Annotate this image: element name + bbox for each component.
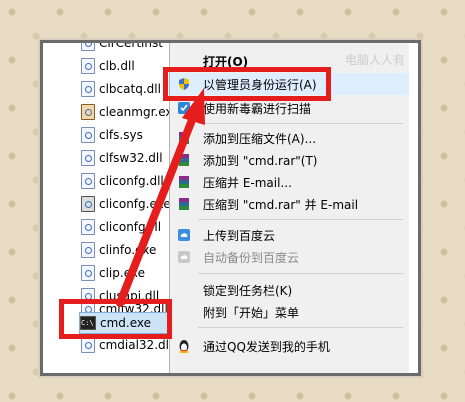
cloud-icon [177, 250, 191, 264]
menu-label: 压缩并 E-mail... [203, 175, 292, 190]
winrar-icon [177, 197, 191, 211]
qq-penguin-icon [177, 339, 191, 353]
sys-icon [81, 127, 95, 143]
blank-icon [177, 305, 191, 319]
exe-icon [81, 242, 95, 258]
menu-item-compress-email[interactable]: 压缩并 E-mail... [170, 171, 409, 193]
dll-icon [81, 150, 95, 166]
exe-icon [81, 265, 95, 281]
menu-item-add-to-archive[interactable]: 添加到压缩文件(A)... [170, 127, 409, 149]
file-name: cliconfg.rll [99, 220, 162, 234]
dll-icon [81, 58, 95, 74]
file-name: cleanmgr.exe [99, 105, 180, 119]
menu-item-compress-rar-email[interactable]: 压缩到 "cmd.rar" 并 E-mail [170, 193, 409, 215]
file-name: clinfo.exe [99, 243, 157, 257]
menu-label: 使用新毒霸进行扫描 [203, 101, 312, 116]
broom-icon [81, 104, 95, 120]
dll-icon [81, 173, 95, 189]
menu-separator [198, 273, 403, 274]
file-name: clip.exe [99, 266, 145, 280]
menu-label: 通过QQ发送到我的手机 [203, 339, 330, 354]
dll-icon [81, 81, 95, 97]
menu-label: 上传到百度云 [203, 228, 276, 243]
antivirus-icon [177, 101, 191, 115]
menu-item-pin-taskbar[interactable]: 锁定到任务栏(K) [170, 279, 409, 301]
dll-icon [81, 43, 95, 51]
menu-item-upload-baidu[interactable]: 上传到百度云 [170, 224, 409, 246]
config-icon [81, 196, 95, 212]
menu-separator [198, 327, 403, 328]
menu-item-send-qq[interactable]: 通过QQ发送到我的手机 [170, 335, 409, 357]
file-name: cliconfg.exe [99, 197, 171, 211]
file-name: cliconfg.dll [99, 174, 164, 188]
menu-item-pin-start[interactable]: 附到「开始」菜单 [170, 301, 409, 323]
file-name: clb.dll [99, 59, 135, 73]
menu-label: 添加到 "cmd.rar"(T) [203, 153, 318, 168]
menu-item-add-to-rar[interactable]: 添加到 "cmd.rar"(T) [170, 149, 409, 171]
menu-separator [198, 219, 403, 220]
file-name: clbcatq.dll [99, 82, 161, 96]
dll-icon [81, 219, 95, 235]
highlight-box-run-as-admin [163, 67, 331, 101]
menu-item-auto-backup-baidu[interactable]: 自动备份到百度云 [170, 246, 409, 268]
watermark: 电脑人人有 [344, 53, 405, 67]
menu-label: 附到「开始」菜单 [203, 305, 300, 320]
dll-icon [81, 337, 95, 353]
blank-icon [177, 283, 191, 297]
cloud-icon [177, 228, 191, 242]
winrar-icon [177, 175, 191, 189]
file-name: ClrCertinst [99, 40, 163, 50]
menu-label: 压缩到 "cmd.rar" 并 E-mail [203, 197, 359, 212]
menu-label: 自动备份到百度云 [203, 250, 300, 265]
highlight-box-cmd-exe [59, 299, 172, 339]
menu-label: 添加到压缩文件(A)... [203, 131, 317, 146]
winrar-icon [177, 153, 191, 167]
menu-separator [198, 123, 403, 124]
winrar-icon [177, 131, 191, 145]
menu-label: 锁定到任务栏(K) [203, 283, 293, 298]
file-name: clfs.sys [99, 128, 143, 142]
file-name: cmdial32.dll [99, 338, 173, 352]
file-name: clfsw32.dll [99, 151, 163, 165]
